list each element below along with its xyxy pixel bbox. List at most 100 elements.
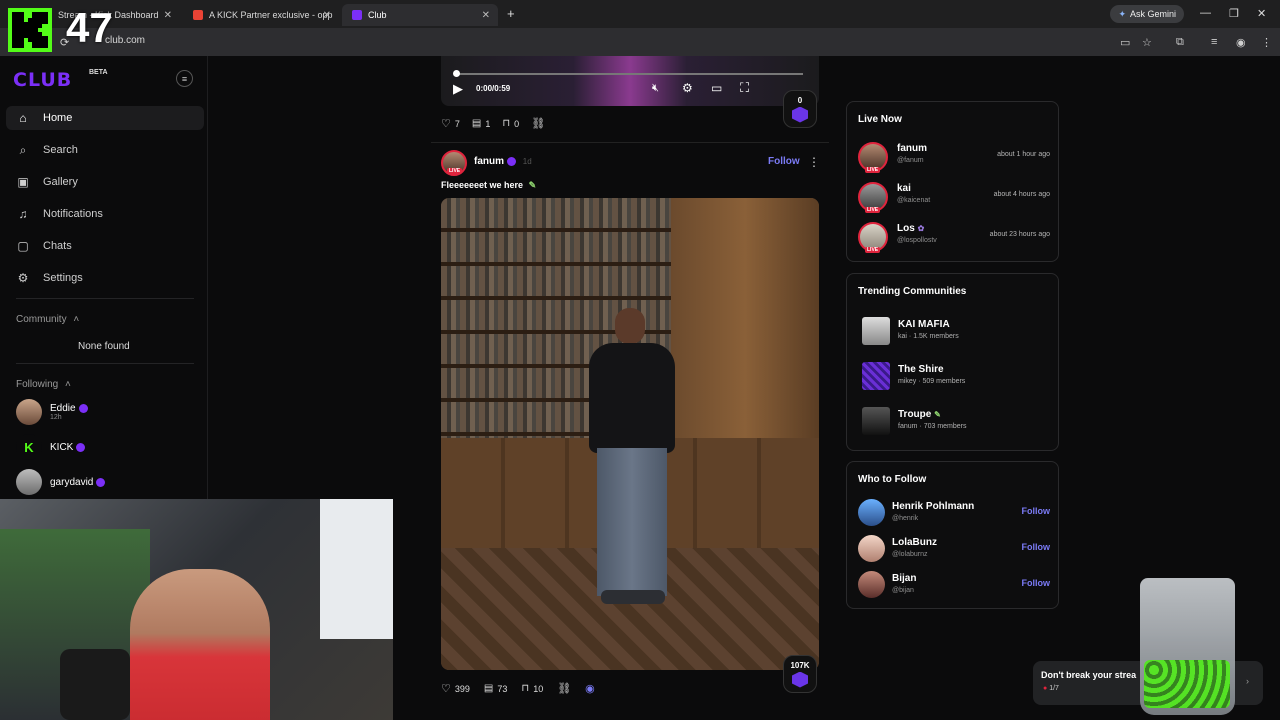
pencil-icon: ✎ xyxy=(934,410,941,419)
following-sub: 12h xyxy=(50,414,62,421)
like-heart-icon[interactable]: ♡ xyxy=(441,117,451,130)
verified-badge-icon xyxy=(78,403,88,413)
avatar xyxy=(858,571,885,598)
gem-counter[interactable]: 0 xyxy=(783,90,817,128)
share-link-icon[interactable]: ⛓ xyxy=(557,682,571,695)
cup-kick-logos xyxy=(1144,660,1230,708)
community-item-the-shire[interactable]: The Shire mikey · 509 members xyxy=(862,360,1042,392)
reading-list-icon[interactable]: ≡ xyxy=(1211,36,1217,48)
nav-settings[interactable]: ⚙ Settings xyxy=(6,266,204,290)
live-item-los[interactable]: LIVE Los ✿ @lospollostv about 23 hours a… xyxy=(858,220,1050,254)
suggested-name: Bijan xyxy=(892,573,917,584)
suggested-user-henrik[interactable]: Henrik Pohlmann @henrik Follow xyxy=(858,498,1050,528)
community-section-toggle[interactable]: Community ˄ xyxy=(16,314,79,325)
post-divider xyxy=(431,142,829,143)
ask-gemini-button[interactable]: ✦ Ask Gemini xyxy=(1110,5,1184,23)
suggested-handle: @lolaburnz xyxy=(892,551,928,558)
live-time: about 23 hours ago xyxy=(989,231,1050,238)
panel-title: Who to Follow xyxy=(858,474,927,485)
live-now-panel: Live Now LIVE fanum @fanum about 1 hour … xyxy=(846,101,1059,262)
post-image[interactable] xyxy=(441,198,819,670)
like-heart-icon[interactable]: ♡ xyxy=(441,682,451,695)
suggested-user-bijan[interactable]: Bijan @bijan Follow xyxy=(858,570,1050,600)
comment-icon[interactable]: ▤ xyxy=(484,683,493,694)
webcam-streamer xyxy=(130,569,270,720)
video-player[interactable]: ▶ 0:00/0:59 🔇︎ ⚙ ▭ ⛶ xyxy=(441,56,819,106)
club-logo[interactable]: CLUB xyxy=(13,69,72,91)
like-count: 7 xyxy=(454,118,460,129)
live-name: kai xyxy=(897,183,911,194)
more-menu-icon[interactable]: ⋮ xyxy=(1261,36,1272,49)
following-item-garydavid[interactable]: garydavid xyxy=(16,467,106,497)
close-icon[interactable]: ✕ xyxy=(323,10,331,21)
tab-gmail[interactable]: A KICK Partner exclusive - opp ✕ xyxy=(183,4,339,26)
bookmark-icon[interactable]: ⊓ xyxy=(502,118,510,129)
profile-icon[interactable]: ◉ xyxy=(1236,36,1246,49)
extensions-icon[interactable]: ⧉ xyxy=(1176,36,1184,49)
bookmark-star-icon[interactable]: ☆ xyxy=(1142,36,1152,49)
mute-icon[interactable]: 🔇︎ xyxy=(652,82,659,95)
share-link-icon[interactable]: ⛓ xyxy=(531,117,545,130)
fullscreen-icon[interactable]: ⛶ xyxy=(740,80,749,96)
new-tab-plus-icon[interactable]: + xyxy=(507,6,515,21)
bookmark-icon[interactable]: ⊓ xyxy=(521,683,529,694)
following-item-eddie[interactable]: Eddie 12h xyxy=(16,397,88,427)
community-owner: mikey xyxy=(898,378,917,385)
menu-toggle-button[interactable]: ≡ xyxy=(176,70,193,87)
comment-icon[interactable]: ▤ xyxy=(472,118,481,129)
club-favicon-icon xyxy=(352,10,362,20)
video-progress-track[interactable] xyxy=(455,73,803,75)
verified-badge-icon xyxy=(507,156,516,166)
home-icon: ⌂ xyxy=(19,111,27,125)
live-item-kai[interactable]: LIVE kai @kaicenat about 4 hours ago xyxy=(858,180,1050,214)
beta-badge: BETA xyxy=(89,69,108,76)
fire-icon: ● xyxy=(1043,685,1048,692)
following-section-toggle[interactable]: Following ˄ xyxy=(16,379,71,390)
live-item-fanum[interactable]: LIVE fanum @fanum about 1 hour ago xyxy=(858,140,1050,174)
live-tag: LIVE xyxy=(865,167,881,173)
who-to-follow-panel: Who to Follow Henrik Pohlmann @henrik Fo… xyxy=(846,461,1059,609)
following-item-kick[interactable]: K KICK xyxy=(16,432,86,462)
play-icon[interactable]: ▶ xyxy=(453,81,463,97)
gmail-icon xyxy=(193,10,203,20)
close-icon[interactable]: ✕ xyxy=(482,10,490,21)
cast-icon[interactable]: ▭ xyxy=(1120,36,1130,49)
following-name: garydavid xyxy=(50,476,94,488)
chevron-right-icon[interactable]: › xyxy=(1246,676,1249,686)
community-image xyxy=(862,317,890,345)
image-person-shoes xyxy=(601,590,665,604)
community-item-troupe[interactable]: Troupe ✎ fanum · 703 members xyxy=(862,405,1042,437)
follow-button[interactable]: Follow xyxy=(1022,506,1051,516)
nav-label: Search xyxy=(43,144,78,156)
divider xyxy=(16,298,194,299)
tip-icon[interactable]: ◉ xyxy=(585,682,595,695)
nav-notifications[interactable]: ♫ Notifications xyxy=(6,202,204,226)
community-item-kai-mafia[interactable]: KAI MAFIA kai · 1.5K members xyxy=(862,315,1042,347)
post-author-name[interactable]: fanum 1d xyxy=(474,156,532,167)
minimize-icon[interactable]: — xyxy=(1200,7,1211,19)
gem-counter[interactable]: 107K xyxy=(783,655,817,693)
image-person-jeans xyxy=(597,448,667,596)
follow-author-button[interactable]: Follow xyxy=(768,156,800,167)
video-post-actions: ♡ 7 ▤ 1 ⊓ 0 ⛓ xyxy=(441,117,549,130)
nav-gallery[interactable]: ▣ Gallery xyxy=(6,170,204,194)
tab-club[interactable]: Club ✕ xyxy=(342,4,498,26)
settings-gear-icon[interactable]: ⚙ xyxy=(682,81,693,95)
close-window-icon[interactable]: ✕ xyxy=(1257,7,1266,20)
nav-chats[interactable]: ▢ Chats xyxy=(6,234,204,258)
avatar xyxy=(16,399,42,425)
follow-button[interactable]: Follow xyxy=(1022,542,1051,552)
video-scrubber-handle[interactable] xyxy=(453,70,460,77)
close-icon[interactable]: ✕ xyxy=(164,10,172,21)
post-caption: Fleeeeeeet we here ✎ xyxy=(441,180,536,191)
live-name-text: Los xyxy=(897,223,915,234)
maximize-icon[interactable]: ❐ xyxy=(1229,7,1239,20)
picture-in-picture-icon[interactable]: ▭ xyxy=(711,81,722,95)
nav-search[interactable]: ⌕ Search xyxy=(6,138,204,162)
post-more-icon[interactable]: ⋮ xyxy=(808,155,820,169)
nav-home[interactable]: ⌂ Home xyxy=(6,106,204,130)
suggested-user-lolabunz[interactable]: LolaBunz @lolaburnz Follow xyxy=(858,534,1050,564)
follow-button[interactable]: Follow xyxy=(1022,578,1051,588)
community-owner: fanum xyxy=(898,423,918,430)
live-tag: LIVE xyxy=(865,247,881,253)
